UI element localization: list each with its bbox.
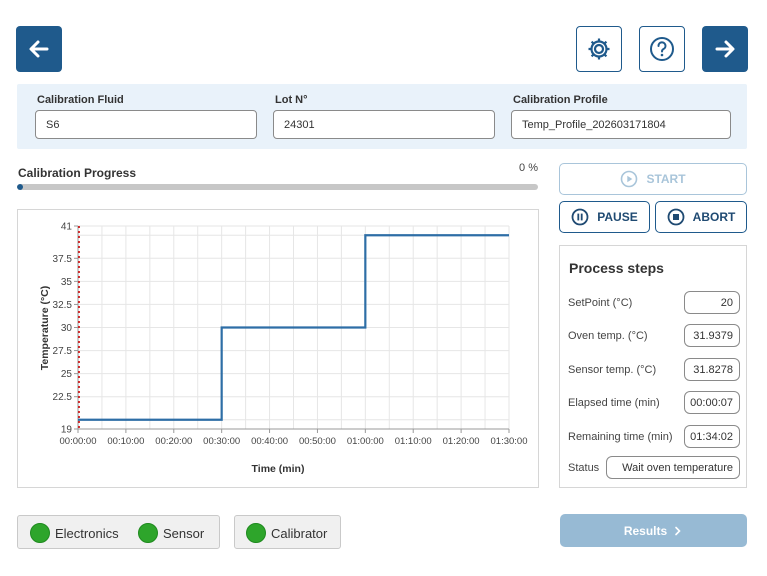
y-tick-label: 30 [61, 323, 73, 334]
help-button[interactable] [639, 26, 685, 72]
x-tick-label: 00:00:00 [60, 436, 97, 447]
status-value: Wait oven temperature [606, 456, 740, 479]
stop-icon [667, 208, 685, 226]
lot-number-input[interactable]: 24301 [273, 110, 495, 139]
settings-button[interactable] [576, 26, 622, 72]
calibrator-led-icon [246, 523, 266, 543]
x-tick-label: 00:20:00 [155, 436, 192, 447]
x-tick-label: 01:30:00 [491, 436, 528, 447]
y-tick-label: 32.5 [53, 300, 73, 311]
calibration-profile-label: Calibration Profile [513, 94, 608, 106]
x-tick-label: 00:10:00 [107, 436, 144, 447]
process-steps-title: Process steps [569, 260, 664, 276]
electronics-sensor-status: Electronics Sensor [17, 515, 220, 549]
sensor-temp-label: Sensor temp. (°C) [568, 364, 657, 376]
sensor-label: Sensor [163, 526, 205, 541]
calibration-profile-field: Calibration Profile Temp_Profile_2026031… [511, 94, 731, 139]
lot-number-label: Lot N° [275, 94, 308, 106]
y-tick-label: 22.5 [53, 392, 73, 403]
oven-temp-value: 31.9379 [684, 324, 740, 347]
arrow-left-icon [29, 40, 49, 58]
start-label: START [646, 172, 686, 186]
y-tick-label: 41 [61, 222, 73, 233]
elapsed-time-row: Elapsed time (min) 00:00:07 [568, 391, 740, 415]
x-tick-label: 00:30:00 [203, 436, 240, 447]
progress-bar-fill [17, 184, 23, 190]
sensor-temp-row: Sensor temp. (°C) 31.8278 [568, 358, 740, 382]
results-button[interactable]: Results [560, 514, 747, 547]
status-label: Status [568, 462, 600, 474]
electronics-label: Electronics [55, 526, 119, 541]
y-tick-label: 27.5 [53, 346, 73, 357]
calibration-fluid-label: Calibration Fluid [37, 94, 124, 106]
pause-label: PAUSE [597, 210, 638, 224]
calibration-fluid-input[interactable]: S6 [35, 110, 257, 139]
results-label: Results [623, 523, 668, 538]
sensor-temp-value: 31.8278 [684, 358, 740, 381]
arrow-right-icon [715, 40, 735, 58]
abort-button[interactable]: ABORT [655, 201, 747, 233]
calibrator-label: Calibrator [271, 526, 328, 541]
abort-label: ABORT [692, 210, 736, 224]
y-tick-label: 37.5 [53, 254, 73, 265]
question-icon [650, 37, 674, 61]
remaining-time-row: Remaining time (min) 01:34:02 [568, 425, 740, 449]
setpoint-row: SetPoint (°C) 20 [568, 291, 740, 315]
pause-button[interactable]: PAUSE [559, 201, 650, 233]
electronics-led-icon [30, 523, 50, 543]
chevron-right-icon [675, 526, 681, 535]
start-button[interactable]: START [559, 163, 747, 195]
sensor-led-icon [138, 523, 158, 543]
remaining-time-label: Remaining time (min) [568, 431, 673, 443]
temperature-chart: 19 22.5 25 27.5 30 32.5 35 37.5 41 00:00:00 00:10:… [17, 209, 539, 488]
gear-icon [588, 38, 610, 60]
play-icon [621, 170, 638, 188]
x-tick-label: 01:20:00 [443, 436, 480, 447]
x-tick-label: 00:40:00 [251, 436, 288, 447]
setpoint-label: SetPoint (°C) [568, 297, 633, 309]
y-axis-label: Temperature (°C) [39, 286, 51, 371]
temperature-chart-svg: 19 22.5 25 27.5 30 32.5 35 37.5 41 00:00:00 00:10:… [39, 222, 528, 476]
calibrator-status: Calibrator [234, 515, 341, 549]
x-tick-label: 01:10:00 [395, 436, 432, 447]
remaining-time-value: 01:34:02 [684, 425, 740, 448]
oven-temp-row: Oven temp. (°C) 31.9379 [568, 324, 740, 348]
calibration-fluid-field: Calibration Fluid S6 [35, 94, 257, 139]
status-row: Status Wait oven temperature [568, 456, 740, 480]
oven-temp-label: Oven temp. (°C) [568, 330, 648, 342]
pause-icon [571, 208, 589, 226]
calibration-profile-input[interactable]: Temp_Profile_202603171804 [511, 110, 731, 139]
back-button[interactable] [16, 26, 62, 72]
setpoint-value: 20 [684, 291, 740, 314]
process-steps-panel: Process steps SetPoint (°C) 20 Oven temp… [559, 245, 747, 488]
x-axis-label: Time (min) [252, 463, 305, 475]
progress-bar [17, 184, 538, 190]
y-tick-label: 19 [61, 425, 73, 436]
y-tick-label: 35 [61, 277, 73, 288]
elapsed-time-label: Elapsed time (min) [568, 397, 660, 409]
x-tick-label: 01:00:00 [347, 436, 384, 447]
elapsed-time-value: 00:00:07 [684, 391, 740, 414]
next-button[interactable] [702, 26, 748, 72]
calibration-info-panel: Calibration Fluid S6 Lot N° 24301 Calibr… [17, 84, 747, 149]
progress-percent: 0 % [519, 162, 538, 174]
lot-number-field: Lot N° 24301 [273, 94, 495, 139]
x-tick-label: 00:50:00 [299, 436, 336, 447]
progress-title: Calibration Progress [18, 166, 137, 180]
y-tick-label: 25 [61, 369, 73, 380]
